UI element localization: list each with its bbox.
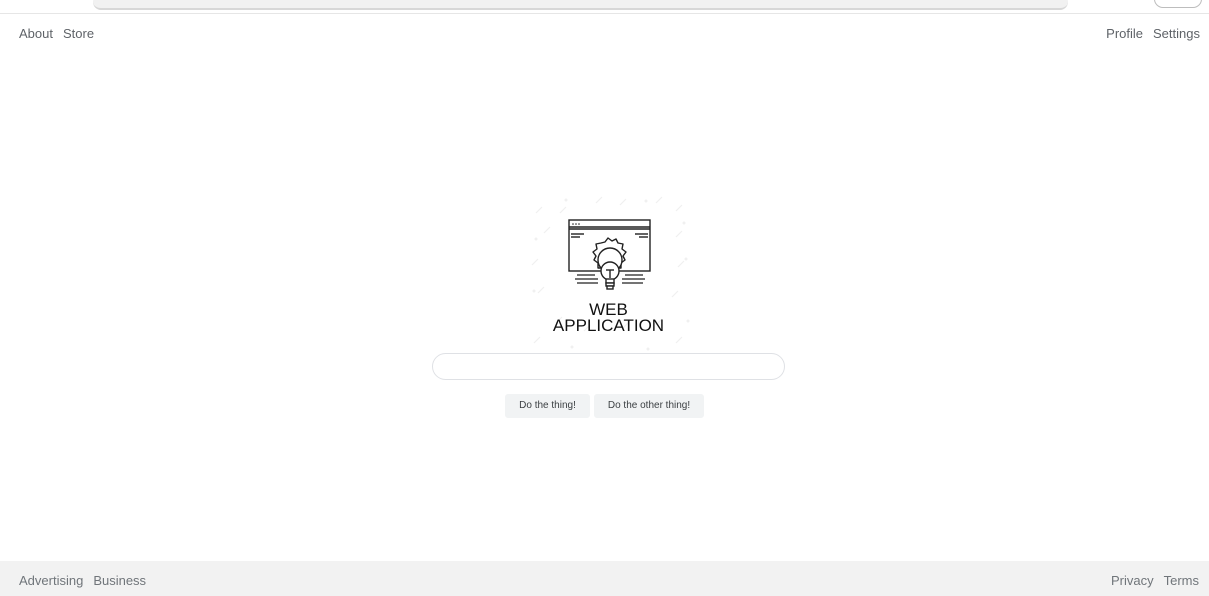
search-input[interactable] xyxy=(432,353,785,380)
browser-toolbar-button[interactable] xyxy=(1154,0,1202,8)
store-link[interactable]: Store xyxy=(63,26,94,42)
advertising-link[interactable]: Advertising xyxy=(19,573,83,589)
top-nav-right: Profile Settings xyxy=(1106,26,1200,42)
about-link[interactable]: About xyxy=(19,26,53,42)
browser-address-bar[interactable] xyxy=(93,0,1068,10)
business-link[interactable]: Business xyxy=(93,573,146,589)
footer-right: Privacy Terms xyxy=(1111,573,1199,589)
profile-link[interactable]: Profile xyxy=(1106,26,1143,42)
settings-link[interactable]: Settings xyxy=(1153,26,1200,42)
do-the-thing-button[interactable]: Do the thing! xyxy=(505,394,590,418)
top-nav: About Store Profile Settings xyxy=(0,26,1209,42)
footer: Advertising Business Privacy Terms xyxy=(0,561,1209,596)
terms-link[interactable]: Terms xyxy=(1164,573,1199,589)
do-the-other-thing-button[interactable]: Do the other thing! xyxy=(594,394,704,418)
logo-text-application: APPLICATION xyxy=(552,316,665,335)
footer-left: Advertising Business xyxy=(19,573,146,589)
web-application-logo: WEB APPLICATION xyxy=(526,193,691,353)
browser-divider xyxy=(0,13,1209,14)
top-nav-left: About Store xyxy=(19,26,94,42)
action-buttons: Do the thing! Do the other thing! xyxy=(0,394,1209,418)
page: About Store Profile Settings WEB APPLICA… xyxy=(0,0,1209,596)
privacy-link[interactable]: Privacy xyxy=(1111,573,1154,589)
